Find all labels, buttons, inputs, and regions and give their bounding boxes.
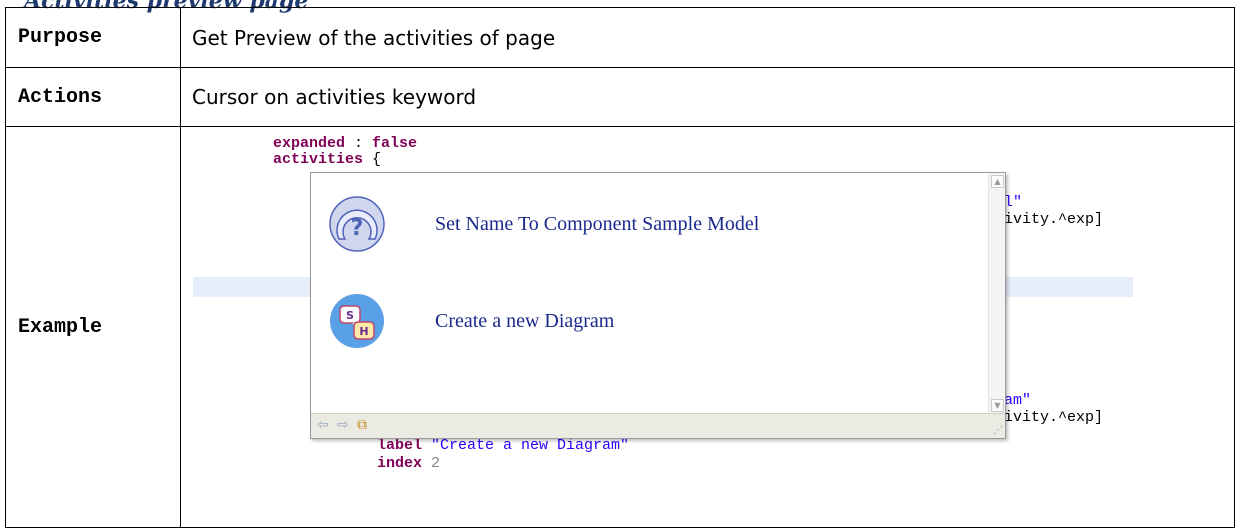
code-line-index: index 2 (377, 455, 440, 473)
code-keyword: false (372, 135, 418, 152)
code-fragment-1: l" (1004, 194, 1022, 212)
popup-scrollbar[interactable]: ▲ ▼ (988, 173, 1005, 414)
popup-status-bar: ⇦ ⇨ ⧉ ⋰ (311, 413, 1005, 438)
code-line-activities[interactable]: activities { (273, 151, 381, 169)
open-in-editor-icon[interactable]: ⧉ (357, 417, 367, 433)
example-row: Example expanded : false activities { l"… (5, 126, 1235, 528)
scroll-up-icon[interactable]: ▲ (991, 175, 1004, 188)
actions-value: Cursor on activities keyword (180, 67, 1235, 127)
actions-label: Actions (5, 67, 181, 127)
svg-text:H: H (359, 325, 368, 338)
svg-text:S: S (346, 309, 354, 322)
purpose-label: Purpose (5, 7, 181, 68)
code-string: am" (1004, 392, 1032, 409)
code-keyword: label (377, 437, 423, 454)
code-fragment-2: ivity.^exp] (1004, 211, 1103, 229)
popup-item-create-diagram[interactable]: S H Create a new Diagram (329, 293, 614, 349)
scroll-down-icon[interactable]: ▼ (991, 399, 1004, 412)
actions-row: Actions Cursor on activities keyword (5, 67, 1235, 127)
purpose-value: Get Preview of the activities of page (180, 7, 1235, 68)
help-icon: ? (329, 196, 385, 252)
code-number: 2 (431, 455, 441, 472)
diagram-icon: S H (330, 294, 384, 348)
example-screenshot: expanded : false activities { l" ivity.^… (180, 126, 1235, 528)
popup-item-set-name[interactable]: ? Set Name To Component Sample Model (329, 196, 759, 252)
code-text: : (345, 135, 373, 152)
code-text: ivity.^exp] (1004, 211, 1104, 228)
code-text: { (363, 151, 382, 168)
activities-preview-popup: ? Set Name To Component Sample Model S H (310, 172, 1006, 439)
example-label: Example (5, 126, 181, 528)
code-text: ivity.^exp] (1004, 409, 1104, 426)
code-string: l" (1004, 194, 1023, 211)
svg-text:?: ? (351, 216, 364, 241)
code-keyword: index (377, 455, 423, 472)
code-fragment-4: ivity.^exp] (1004, 409, 1103, 427)
info-table: Purpose Get Preview of the activities of… (5, 7, 1235, 528)
forward-arrow-icon[interactable]: ⇨ (337, 417, 349, 433)
back-arrow-icon[interactable]: ⇦ (317, 417, 329, 433)
code-string: "Create a new Diagram" (431, 437, 630, 454)
popup-content: ? Set Name To Component Sample Model S H (311, 173, 989, 414)
resize-grip-icon[interactable]: ⋰ (993, 425, 1003, 436)
popup-item-label[interactable]: Create a new Diagram (435, 310, 614, 333)
popup-item-label[interactable]: Set Name To Component Sample Model (435, 213, 759, 236)
code-line-label: label "Create a new Diagram" (377, 437, 629, 455)
purpose-row: Purpose Get Preview of the activities of… (5, 7, 1235, 68)
code-keyword: expanded (273, 135, 346, 152)
code-fragment-3: am" (1004, 392, 1031, 410)
code-keyword[interactable]: activities (273, 151, 363, 168)
